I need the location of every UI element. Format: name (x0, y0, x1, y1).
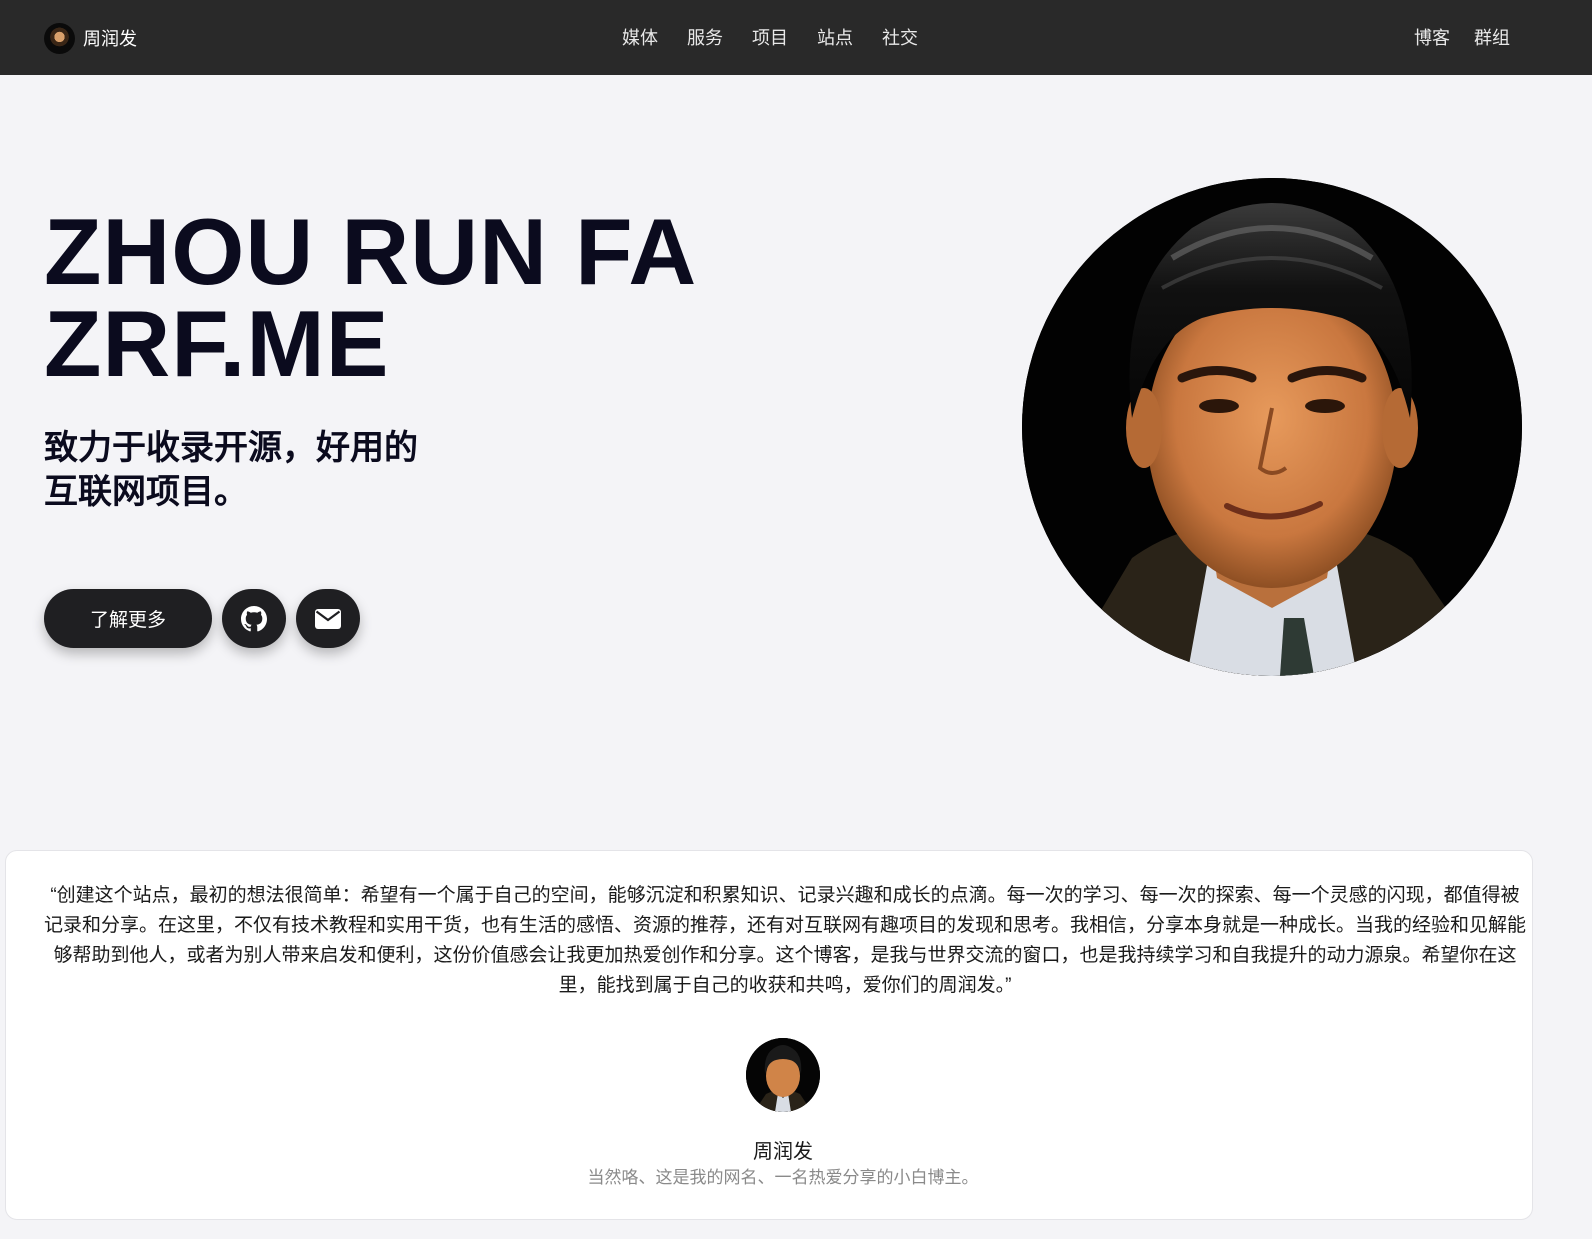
profile-portrait (1022, 178, 1522, 676)
about-quote: “创建这个站点，最初的想法很简单：希望有一个属于自己的空间，能够沉淀和积累知识、… (44, 885, 1527, 996)
nav-link-media[interactable]: 媒体 (622, 24, 658, 52)
author-avatar (746, 1038, 820, 1112)
github-icon (241, 605, 267, 631)
top-navbar: 周润发 媒体 服务 项目 站点 社交 博客 群组 (0, 0, 1592, 75)
email-button[interactable] (296, 589, 360, 648)
brand-name: 周润发 (83, 29, 137, 49)
nav-link-sites[interactable]: 站点 (817, 24, 853, 52)
author-name: 周润发 (753, 1141, 813, 1163)
hero-actions: 了解更多 (44, 589, 360, 648)
hero-subtitle-line1: 致力于收录开源，好用的 (44, 429, 418, 467)
hero-title-line1: ZHOU RUN FA (44, 199, 698, 304)
author-description: 当然咯、这是我的网名、一名热爱分享的小白博主。 (587, 1168, 979, 1187)
secondary-nav: 博客 群组 (1414, 24, 1510, 52)
nav-link-projects[interactable]: 项目 (752, 24, 788, 52)
hero-subtitle-line2: 互联网项目。 (44, 473, 248, 511)
about-card: “创建这个站点，最初的想法很简单：希望有一个属于自己的空间，能够沉淀和积累知识、… (5, 850, 1533, 1220)
portrait-image (1022, 178, 1522, 676)
github-button[interactable] (222, 589, 286, 648)
nav-link-blog[interactable]: 博客 (1414, 24, 1450, 52)
nav-link-services[interactable]: 服务 (687, 24, 723, 52)
hero-title: ZHOU RUN FA ZRF.ME (44, 199, 698, 396)
hero-title-line2: ZRF.ME (44, 291, 390, 396)
learn-more-button[interactable]: 了解更多 (44, 589, 212, 648)
brand-avatar (44, 22, 75, 54)
nav-link-social[interactable]: 社交 (882, 24, 918, 52)
hero-subtitle: 致力于收录开源，好用的 互联网项目。 (44, 426, 464, 514)
brand-link[interactable]: 周润发 (44, 22, 137, 54)
author-avatar-image (746, 1038, 820, 1112)
main-nav: 媒体 服务 项目 站点 社交 (622, 24, 918, 52)
envelope-icon (315, 608, 341, 629)
nav-link-groups[interactable]: 群组 (1474, 24, 1510, 52)
